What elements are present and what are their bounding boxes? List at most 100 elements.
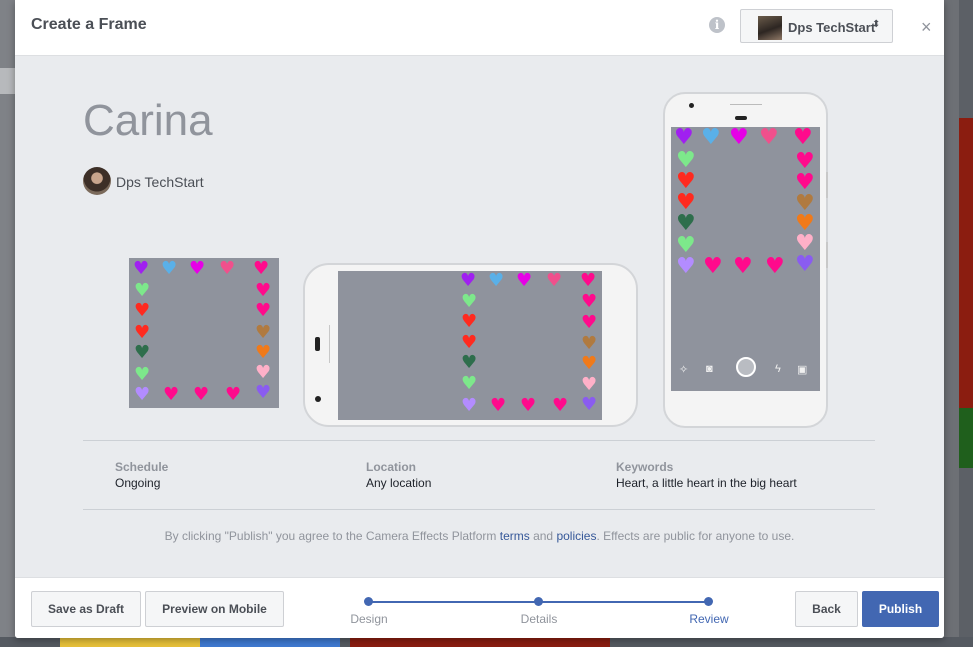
frame-name-title: Carina	[83, 96, 213, 145]
keywords-label: Keywords	[616, 460, 674, 474]
heart-icon: ♥	[733, 254, 753, 279]
heart-icon: ♥	[461, 291, 478, 312]
phone-earpiece-line	[730, 104, 762, 105]
heart-icon: ♥	[255, 382, 272, 403]
step-label-details[interactable]: Details	[499, 612, 579, 626]
location-value: Any location	[366, 476, 432, 490]
heart-icon: ♥	[134, 300, 151, 321]
schedule-label: Schedule	[115, 460, 169, 474]
background-bottom-edge	[0, 637, 973, 647]
heart-icon: ♥	[516, 270, 533, 291]
terms-link[interactable]: terms	[500, 529, 530, 543]
heart-icon: ♥	[461, 395, 478, 416]
background-tile	[350, 637, 610, 647]
phone-camera	[315, 396, 321, 402]
heart-icon: ♥	[520, 395, 537, 416]
policies-link[interactable]: policies	[556, 529, 596, 543]
shutter-button[interactable]	[736, 357, 756, 377]
camera-controls-bar: ✧ ◙ ϟ ▣	[671, 349, 820, 391]
heart-icon: ♥	[674, 125, 694, 150]
avatar	[83, 167, 111, 195]
heart-icon: ♥	[701, 125, 721, 150]
heart-icon: ♥	[134, 342, 151, 363]
heart-icon: ♥	[765, 254, 785, 279]
heart-icon: ♥	[255, 362, 272, 383]
heart-icon: ♥	[793, 125, 813, 150]
creator-name: Dps TechStart	[116, 174, 204, 190]
step-label-design[interactable]: Design	[329, 612, 409, 626]
heart-icon: ♥	[461, 352, 478, 373]
phone-speaker	[315, 337, 320, 351]
step-dot-details	[534, 597, 543, 606]
phone-screen: ♥ ♥ ♥ ♥ ♥ ♥ ♥ ♥ ♥ ♥ ♥ ♥ ♥ ♥ ♥ ♥ ♥ ♥ ♥ ♥ …	[671, 127, 820, 391]
legal-notice: By clicking "Publish" you agree to the C…	[15, 529, 944, 543]
account-selector-button[interactable]: Dps TechStart ⬍	[740, 9, 893, 43]
close-icon[interactable]: ×	[921, 18, 932, 36]
keywords-value: Heart, a little heart in the big heart	[616, 476, 797, 490]
heart-icon: ♥	[133, 258, 150, 279]
portrait-phone-preview: ♥ ♥ ♥ ♥ ♥ ♥ ♥ ♥ ♥ ♥ ♥ ♥ ♥ ♥ ♥ ♥ ♥ ♥ ♥ ♥ …	[663, 92, 828, 428]
camera-icon[interactable]: ◙	[706, 363, 713, 375]
heart-icon: ♥	[581, 374, 598, 395]
heart-icon: ♥	[488, 270, 505, 291]
preview-mobile-button[interactable]: Preview on Mobile	[145, 591, 284, 627]
sort-caret-icon: ⬍	[872, 19, 881, 30]
heart-icon: ♥	[253, 258, 270, 279]
heart-icon: ♥	[461, 311, 478, 332]
phone-screen: ♥ ♥ ♥ ♥ ♥ ♥ ♥ ♥ ♥ ♥ ♥ ♥ ♥ ♥ ♥ ♥ ♥ ♥ ♥ ♥	[338, 271, 602, 420]
background-tile	[200, 637, 340, 647]
step-label-review[interactable]: Review	[669, 612, 749, 626]
heart-icon: ♥	[729, 125, 749, 150]
heart-icon: ♥	[581, 394, 598, 415]
avatar	[758, 16, 782, 40]
phone-speaker	[735, 116, 747, 120]
legal-text: By clicking "Publish" you agree to the C…	[164, 529, 500, 543]
create-frame-modal: Create a Frame i Dps TechStart ⬍ × ▲ ▼ C…	[15, 0, 944, 638]
background-strip	[0, 68, 15, 94]
publish-button[interactable]: Publish	[862, 591, 939, 627]
phone-side-button	[329, 325, 330, 363]
heart-icon: ♥	[255, 300, 272, 321]
heart-icon: ♥	[581, 333, 598, 354]
heart-icon: ♥	[676, 254, 696, 279]
heart-icon: ♥	[255, 280, 272, 301]
step-dot-review	[704, 597, 713, 606]
heart-icon: ♥	[580, 270, 597, 291]
heart-icon: ♥	[163, 384, 180, 405]
info-icon[interactable]: i	[709, 17, 725, 33]
magic-wand-icon[interactable]: ✧	[679, 363, 688, 376]
heart-icon: ♥	[795, 252, 815, 277]
account-name: Dps TechStart	[788, 20, 876, 35]
modal-footer: Save as Draft Preview on Mobile Design D…	[15, 577, 944, 638]
heart-icon: ♥	[255, 322, 272, 343]
heart-icon: ♥	[189, 258, 206, 279]
modal-title: Create a Frame	[31, 16, 147, 33]
background-tile	[60, 637, 200, 647]
step-dot-design	[364, 597, 373, 606]
heart-icon: ♥	[676, 211, 696, 236]
heart-icon: ♥	[581, 291, 598, 312]
heart-icon: ♥	[552, 395, 569, 416]
divider	[83, 440, 875, 441]
flash-icon[interactable]: ϟ	[775, 363, 781, 375]
heart-icon: ♥	[703, 254, 723, 279]
heart-icon: ♥	[490, 395, 507, 416]
heart-icon: ♥	[461, 332, 478, 353]
heart-icon: ♥	[759, 125, 779, 150]
phone-side-button	[826, 172, 828, 198]
heart-icon: ♥	[546, 270, 563, 291]
save-draft-button[interactable]: Save as Draft	[31, 591, 141, 627]
legal-text: and	[529, 529, 557, 543]
divider	[83, 509, 875, 510]
heart-icon: ♥	[219, 258, 236, 279]
legal-text: . Effects are public for anyone to use.	[596, 529, 795, 543]
heart-icon: ♥	[161, 258, 178, 279]
heart-icon: ♥	[134, 322, 151, 343]
heart-icon: ♥	[255, 342, 272, 363]
heart-icon: ♥	[134, 364, 151, 385]
back-button[interactable]: Back	[795, 591, 858, 627]
heart-icon: ♥	[193, 384, 210, 405]
heart-icon: ♥	[460, 270, 477, 291]
gallery-icon[interactable]: ▣	[797, 363, 807, 376]
heart-icon: ♥	[581, 353, 598, 374]
